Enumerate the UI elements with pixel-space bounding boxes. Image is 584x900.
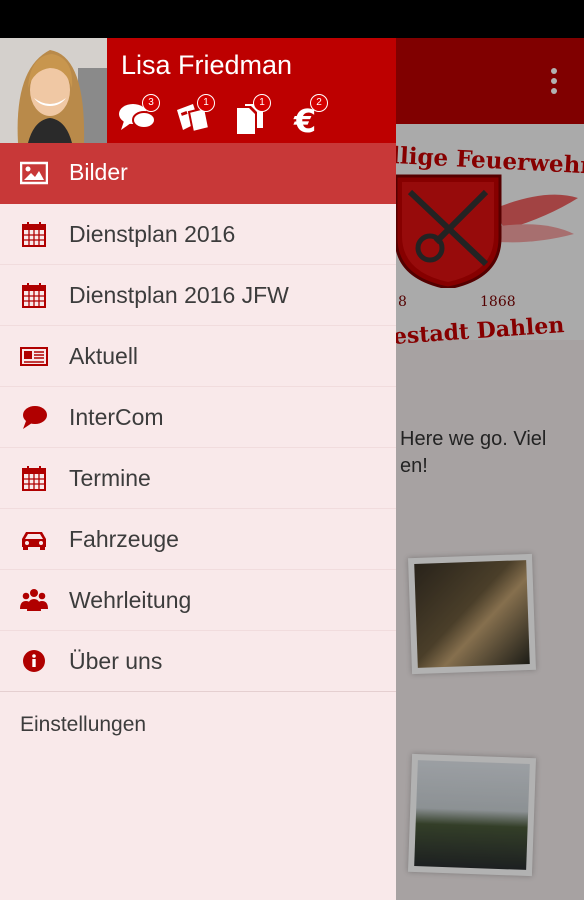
chat-bubble-icon xyxy=(23,406,47,429)
drawer-menu: Bilder Dienstplan 2016 Dienstplan 2016 J… xyxy=(0,143,396,758)
menu-item-intercom[interactable]: InterCom xyxy=(0,387,396,448)
menu-item-label: Bilder xyxy=(69,159,128,185)
menu-item-aktuell[interactable]: Aktuell xyxy=(0,326,396,387)
menu-item-fahrzeuge[interactable]: Fahrzeuge xyxy=(0,509,396,570)
menu-item-termine[interactable]: Termine xyxy=(0,448,396,509)
payments-badge: 2 xyxy=(310,94,328,112)
tickets-badge: 1 xyxy=(197,94,215,112)
calendar-icon xyxy=(22,222,46,247)
calendar-icon xyxy=(22,466,46,491)
menu-item-wehrleitung[interactable]: Wehrleitung xyxy=(0,570,396,631)
menu-item-label: InterCom xyxy=(69,404,164,430)
menu-item-label: Termine xyxy=(69,465,151,491)
menu-item-label: Fahrzeuge xyxy=(69,526,179,552)
drawer-header: Lisa Friedman 3 1 1 € 2 xyxy=(0,38,396,143)
car-icon xyxy=(22,532,46,550)
menu-item-dienstplan-2016[interactable]: Dienstplan 2016 xyxy=(0,204,396,265)
menu-item-bilder[interactable]: Bilder xyxy=(0,143,396,204)
menu-item-label: Wehrleitung xyxy=(69,587,192,613)
messages-badge: 3 xyxy=(142,94,160,112)
menu-item-label: Dienstplan 2016 xyxy=(69,221,236,247)
menu-item-label: Über uns xyxy=(69,648,163,674)
menu-item-ueber-uns[interactable]: Über uns xyxy=(0,631,396,691)
status-bar xyxy=(0,0,584,38)
image-icon xyxy=(20,161,48,185)
menu-item-label: Dienstplan 2016 JFW xyxy=(69,282,289,308)
menu-item-label: Aktuell xyxy=(69,343,139,369)
info-icon xyxy=(23,650,45,672)
calendar-icon xyxy=(22,283,46,308)
navigation-drawer: Lisa Friedman 3 1 1 € 2 Bilder Dienstpla… xyxy=(0,38,396,900)
settings-item[interactable]: Einstellungen xyxy=(0,692,396,758)
profile-photo-icon xyxy=(0,38,107,143)
messages-button[interactable]: 3 xyxy=(118,94,162,138)
tickets-button[interactable]: 1 xyxy=(175,94,219,138)
payments-button[interactable]: € 2 xyxy=(292,94,336,138)
documents-badge: 1 xyxy=(253,94,271,112)
settings-label: Einstellungen xyxy=(20,713,147,736)
documents-button[interactable]: 1 xyxy=(235,94,279,138)
group-icon xyxy=(20,589,48,611)
menu-item-dienstplan-2016-jfw[interactable]: Dienstplan 2016 JFW xyxy=(0,265,396,326)
newspaper-icon xyxy=(20,347,48,366)
user-name: Lisa Friedman xyxy=(121,50,293,80)
avatar[interactable] xyxy=(0,38,107,143)
